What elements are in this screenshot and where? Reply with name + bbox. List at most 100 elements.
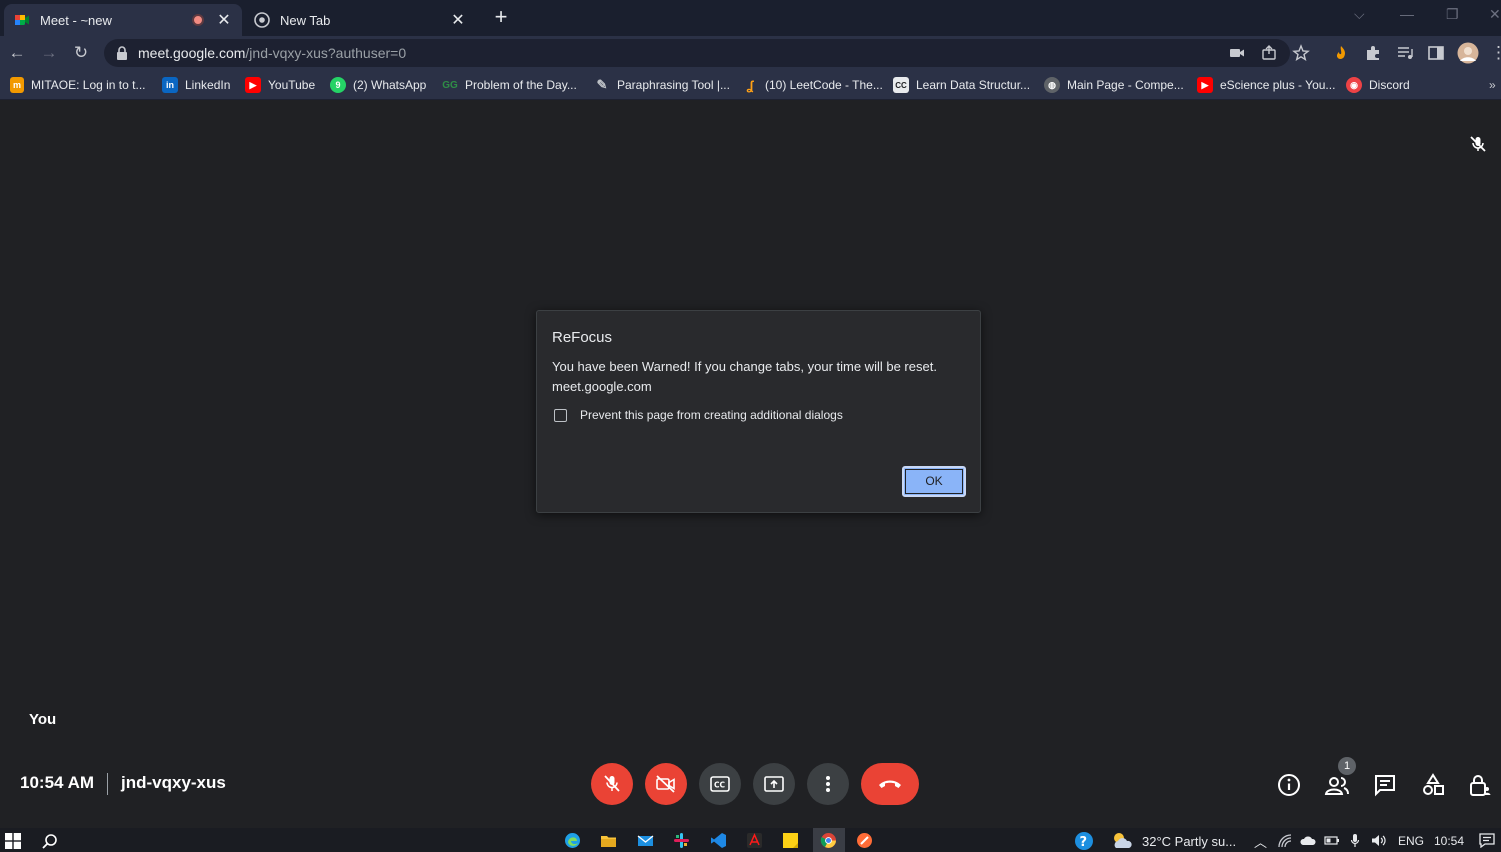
bookmark-label: Learn Data Structur... bbox=[916, 78, 1031, 92]
bookmark-label: YouTube bbox=[268, 78, 316, 92]
mail-icon[interactable] bbox=[637, 832, 654, 849]
geeksforgeeks-icon: GG bbox=[442, 79, 458, 91]
bookmark-item[interactable]: 9 (2) WhatsApp bbox=[330, 76, 426, 94]
vscode-icon[interactable] bbox=[710, 832, 727, 849]
whatsapp-icon: 9 bbox=[330, 77, 346, 93]
minimize-icon[interactable]: — bbox=[1400, 6, 1414, 22]
bookmark-item[interactable]: in LinkedIn bbox=[162, 76, 230, 94]
activities-button[interactable] bbox=[1420, 772, 1446, 798]
discord-icon: ◉ bbox=[1346, 77, 1362, 93]
prevent-dialogs-checkbox[interactable] bbox=[554, 409, 567, 422]
people-button[interactable] bbox=[1324, 772, 1350, 798]
tab-title: New Tab bbox=[280, 12, 331, 28]
toggle-mic-button[interactable] bbox=[591, 763, 633, 805]
extension-flame-icon[interactable] bbox=[1332, 44, 1350, 62]
bookmark-label: (2) WhatsApp bbox=[353, 78, 427, 92]
share-icon[interactable] bbox=[1260, 44, 1278, 62]
bookmark-item[interactable]: GG Problem of the Day... bbox=[442, 76, 577, 94]
bookmarks-bar: m MITAOE: Log in to t... in LinkedIn ▶ Y… bbox=[0, 70, 1501, 100]
bookmark-label: LinkedIn bbox=[185, 78, 231, 92]
info-icon bbox=[1278, 774, 1300, 796]
bookmark-label: MITAOE: Log in to t... bbox=[31, 78, 146, 92]
alert-dialog: ReFocus You have been Warned! If you cha… bbox=[536, 310, 981, 513]
bookmark-star-icon[interactable] bbox=[1292, 44, 1310, 62]
mic-off-icon bbox=[604, 775, 620, 792]
bookmark-item[interactable]: ◍ Main Page - Compe... bbox=[1044, 76, 1184, 94]
system-clock[interactable]: 10:54 bbox=[1434, 834, 1464, 848]
bookmark-item[interactable]: ʆ (10) LeetCode - The... bbox=[742, 76, 882, 94]
acrobat-icon[interactable] bbox=[746, 832, 763, 849]
show-hidden-icons-icon[interactable]: ︿ bbox=[1254, 832, 1267, 851]
camera-blocked-icon[interactable] bbox=[1228, 44, 1246, 62]
tab-meet[interactable]: Meet - ~new ✕ bbox=[4, 4, 242, 36]
lock-person-icon bbox=[1470, 775, 1491, 796]
windows-start-icon[interactable] bbox=[5, 833, 21, 849]
help-icon[interactable]: ? bbox=[1073, 831, 1095, 851]
reload-icon[interactable]: ↻ bbox=[70, 42, 92, 64]
leave-call-button[interactable] bbox=[861, 763, 919, 805]
new-tab-button[interactable]: + bbox=[488, 6, 514, 30]
present-icon bbox=[764, 776, 784, 792]
codechef-icon: CC bbox=[893, 77, 909, 93]
network-icon[interactable] bbox=[1278, 834, 1292, 848]
volume-icon[interactable] bbox=[1371, 834, 1387, 847]
forward-icon[interactable]: → bbox=[38, 42, 60, 64]
microphone-in-use-icon[interactable] bbox=[1350, 833, 1360, 848]
toggle-camera-button[interactable] bbox=[645, 763, 687, 805]
browser-menu-icon[interactable]: ⋮ bbox=[1490, 42, 1501, 64]
search-icon[interactable] bbox=[41, 833, 58, 850]
svg-text:?: ? bbox=[1080, 835, 1088, 850]
edge-icon[interactable] bbox=[564, 832, 581, 849]
close-tab-icon[interactable]: ✕ bbox=[216, 10, 232, 30]
close-tab-icon[interactable]: ✕ bbox=[450, 10, 466, 30]
more-bookmarks-icon[interactable]: » bbox=[1489, 76, 1496, 94]
meeting-details-button[interactable] bbox=[1276, 772, 1302, 798]
address-bar[interactable]: meet.google.com /jnd-vqxy-xus?authuser=0 bbox=[104, 39, 1290, 67]
restore-icon[interactable]: ❐ bbox=[1446, 6, 1459, 23]
tab-search-icon[interactable]: ⌵ bbox=[1354, 6, 1365, 23]
linkedin-icon: in bbox=[162, 77, 178, 93]
present-screen-button[interactable] bbox=[753, 763, 795, 805]
chrome-icon[interactable] bbox=[820, 832, 837, 849]
browser-tab-strip: Meet - ~new ✕ New Tab ✕ + ⌵ — ❐ ✕ bbox=[0, 0, 1501, 36]
ok-button[interactable]: OK bbox=[902, 466, 966, 497]
bookmark-item[interactable]: CC Learn Data Structur... bbox=[893, 76, 1030, 94]
media-control-icon[interactable] bbox=[1396, 44, 1414, 62]
profile-avatar-icon[interactable] bbox=[1457, 42, 1479, 64]
bookmark-item[interactable]: m MITAOE: Log in to t... bbox=[10, 76, 146, 94]
captions-button[interactable]: CC bbox=[699, 763, 741, 805]
bookmark-item[interactable]: ▶ YouTube bbox=[245, 76, 315, 94]
battery-icon[interactable] bbox=[1324, 835, 1340, 846]
recording-indicator-icon bbox=[192, 14, 204, 26]
chat-button[interactable] bbox=[1372, 772, 1398, 798]
bookmark-item[interactable]: ▶ eScience plus - You... bbox=[1197, 76, 1335, 94]
extensions-puzzle-icon[interactable] bbox=[1364, 44, 1382, 62]
google-meet-icon bbox=[15, 15, 29, 25]
file-explorer-icon[interactable] bbox=[600, 832, 617, 849]
side-panel-icon[interactable] bbox=[1427, 44, 1445, 62]
wiki-icon: ◍ bbox=[1044, 77, 1060, 93]
tab-new-tab[interactable]: New Tab ✕ bbox=[244, 4, 476, 36]
chrome-icon bbox=[254, 12, 270, 28]
meeting-code: jnd-vqxy-xus bbox=[121, 773, 226, 792]
bookmark-item[interactable]: ✎ Paraphrasing Tool |... bbox=[594, 76, 730, 94]
sticky-notes-icon[interactable] bbox=[782, 832, 799, 849]
postman-icon[interactable] bbox=[856, 832, 873, 849]
bookmark-item[interactable]: ◉ Discord bbox=[1346, 76, 1410, 94]
onedrive-cloud-icon[interactable] bbox=[1300, 835, 1316, 846]
windows-taskbar: ? 32°C Partly su... ︿ ENG 10:54 bbox=[0, 828, 1501, 852]
host-controls-button[interactable] bbox=[1467, 772, 1493, 798]
close-window-icon[interactable]: ✕ bbox=[1489, 6, 1501, 23]
self-tile-name: You bbox=[29, 711, 57, 728]
input-language[interactable]: ENG bbox=[1398, 834, 1424, 848]
dialog-title: ReFocus bbox=[552, 329, 613, 346]
participants-count-badge: 1 bbox=[1338, 757, 1356, 775]
lock-icon bbox=[117, 46, 127, 60]
notifications-icon[interactable] bbox=[1479, 833, 1495, 848]
more-options-button[interactable] bbox=[807, 763, 849, 805]
weather-text[interactable]: 32°C Partly su... bbox=[1142, 834, 1236, 849]
weather-partly-sunny-icon bbox=[1114, 833, 1132, 848]
prevent-dialogs-label[interactable]: Prevent this page from creating addition… bbox=[580, 408, 843, 422]
slack-icon[interactable] bbox=[673, 832, 690, 849]
back-icon[interactable]: ← bbox=[6, 42, 28, 64]
